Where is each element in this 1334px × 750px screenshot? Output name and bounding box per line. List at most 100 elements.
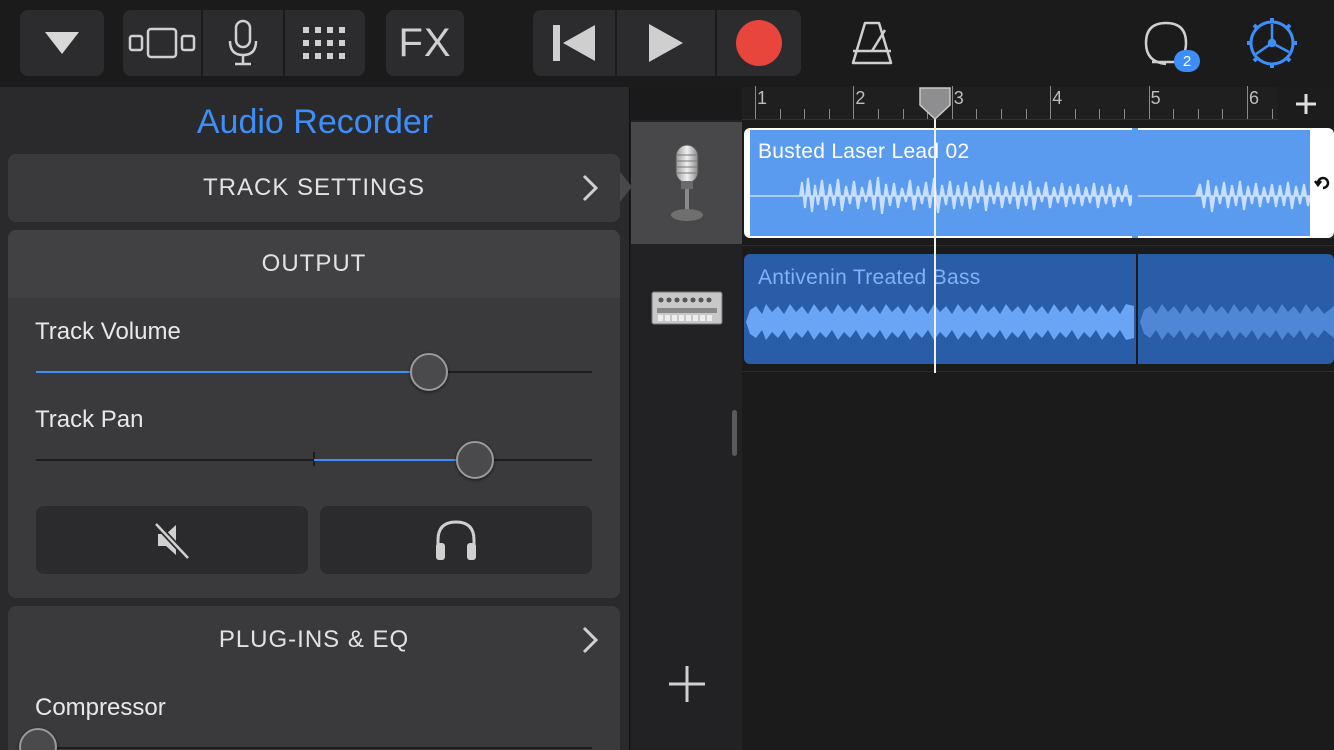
region-loop-seam bbox=[1136, 254, 1138, 364]
bar-ruler[interactable]: 1 2 3 4 5 6 bbox=[742, 86, 1334, 120]
track-scroll-indicator[interactable] bbox=[732, 410, 737, 456]
bar-number: 5 bbox=[1150, 88, 1161, 108]
play-button[interactable] bbox=[617, 10, 717, 76]
track-headers bbox=[631, 87, 742, 750]
output-header: OUTPUT bbox=[8, 230, 620, 298]
transport-controls bbox=[533, 10, 801, 76]
view-toggle-button[interactable] bbox=[123, 10, 203, 76]
plus-icon bbox=[668, 666, 705, 702]
triangle-down-icon bbox=[45, 32, 79, 54]
bar-number: 1 bbox=[757, 88, 768, 108]
headphones-icon bbox=[436, 520, 476, 560]
bar-number: 6 bbox=[1249, 88, 1260, 108]
plus-icon bbox=[1296, 93, 1316, 114]
lane-divider bbox=[742, 371, 1334, 372]
ruler-tick bbox=[1124, 109, 1125, 119]
ruler-tick bbox=[755, 86, 756, 119]
plugins-eq-button[interactable]: PLUG-INS & EQ bbox=[8, 606, 620, 674]
ruler-tick bbox=[1025, 109, 1027, 119]
ruler-tick bbox=[1222, 109, 1224, 119]
drum-machine-icon bbox=[651, 291, 722, 325]
speaker-mute-icon bbox=[153, 521, 191, 560]
ruler-tick bbox=[804, 109, 806, 119]
lane-divider bbox=[742, 245, 1334, 246]
audio-recorder-track-header[interactable] bbox=[631, 122, 742, 244]
chevron-right-icon bbox=[582, 626, 598, 654]
playhead-line[interactable] bbox=[934, 107, 936, 373]
ruler-tick bbox=[976, 109, 978, 119]
solo-button[interactable] bbox=[320, 506, 592, 574]
loop-browser-button[interactable]: 2 bbox=[1140, 18, 1204, 74]
instrument-mic-button[interactable] bbox=[203, 10, 285, 76]
control-bar: FX 2 bbox=[0, 0, 1334, 87]
timeline-area[interactable]: 1 2 3 4 5 6 Busted Laser Lead 02 Antivenin Tr… bbox=[742, 86, 1334, 750]
ruler-tick bbox=[853, 86, 855, 119]
skip-back-icon bbox=[553, 25, 595, 61]
ruler-tick bbox=[1247, 86, 1248, 119]
track-settings-label: TRACK SETTINGS bbox=[202, 174, 426, 201]
metronome-icon bbox=[851, 21, 893, 65]
microphone-icon bbox=[670, 144, 703, 221]
plugins-eq-section: PLUG-INS & EQ Compressor bbox=[8, 606, 620, 750]
settings-button[interactable] bbox=[1245, 16, 1299, 70]
tracks-view-icon bbox=[128, 27, 196, 59]
track-volume-knob[interactable] bbox=[409, 353, 448, 391]
ruler-tick bbox=[1074, 109, 1076, 119]
metronome-button[interactable] bbox=[849, 20, 895, 66]
grid-dots-icon bbox=[303, 27, 345, 59]
view-controls-group bbox=[123, 10, 365, 76]
playhead-handle[interactable] bbox=[919, 87, 951, 121]
ruler-tick bbox=[1001, 109, 1002, 119]
microphone-icon bbox=[228, 19, 258, 66]
record-icon bbox=[736, 20, 782, 66]
ruler-tick bbox=[1197, 109, 1199, 119]
region-name-bass: Antivenin Treated Bass bbox=[758, 266, 981, 289]
fx-label: FX bbox=[398, 20, 452, 65]
track-volume-label: Track Volume bbox=[35, 318, 181, 345]
region-antivenin-bass[interactable]: Antivenin Treated Bass bbox=[744, 254, 1334, 364]
track-menu-button[interactable] bbox=[20, 10, 104, 76]
mute-button[interactable] bbox=[36, 506, 308, 574]
ruler-tick bbox=[902, 109, 904, 119]
plugins-eq-label: PLUG-INS & EQ bbox=[218, 626, 410, 653]
play-icon bbox=[649, 24, 683, 62]
bar-number: 4 bbox=[1052, 88, 1063, 108]
bar-number: 3 bbox=[953, 88, 964, 108]
ruler-tick bbox=[1148, 86, 1150, 119]
add-section-button[interactable] bbox=[1278, 87, 1334, 120]
compressor-knob[interactable] bbox=[19, 728, 57, 750]
ruler-tick bbox=[828, 109, 830, 119]
bar-number: 2 bbox=[855, 88, 866, 108]
track-pan-label: Track Pan bbox=[35, 406, 144, 433]
region-loop-seam bbox=[1132, 128, 1138, 238]
panel-title: Audio Recorder bbox=[196, 103, 434, 141]
ruler-tick bbox=[1099, 109, 1101, 119]
fx-button[interactable]: FX bbox=[386, 10, 464, 76]
ruler-tick bbox=[951, 86, 953, 119]
loop-handle-icon[interactable] bbox=[1314, 174, 1332, 192]
output-section: OUTPUT Track Volume Track Pan bbox=[8, 230, 620, 598]
ruler-tick bbox=[1050, 86, 1052, 119]
bass-synth-track-header[interactable] bbox=[631, 246, 742, 370]
track-pan-fill bbox=[314, 459, 476, 461]
record-button[interactable] bbox=[717, 10, 801, 76]
add-track-button[interactable] bbox=[631, 649, 742, 719]
grid-button[interactable] bbox=[285, 10, 365, 76]
go-to-start-button[interactable] bbox=[533, 10, 617, 76]
region-busted-laser-lead[interactable]: Busted Laser Lead 02 bbox=[744, 128, 1334, 238]
track-volume-fill bbox=[36, 371, 429, 373]
track-settings-button[interactable]: TRACK SETTINGS bbox=[8, 154, 620, 222]
ruler-tick bbox=[1271, 109, 1273, 119]
region-name-lead: Busted Laser Lead 02 bbox=[758, 140, 970, 163]
ruler-tick bbox=[1173, 109, 1175, 119]
gear-wheel-icon bbox=[1247, 18, 1297, 68]
chevron-right-icon bbox=[582, 174, 598, 202]
ruler-tick bbox=[878, 109, 879, 119]
compressor-label: Compressor bbox=[35, 694, 166, 721]
track-controls-panel: Audio Recorder TRACK SETTINGS OUTPUT Tra… bbox=[0, 87, 632, 750]
track-header-spacer bbox=[631, 87, 742, 120]
loop-count-badge: 2 bbox=[1174, 50, 1200, 72]
compressor-slider[interactable] bbox=[36, 747, 592, 749]
ruler-tick bbox=[779, 109, 781, 119]
track-pan-knob[interactable] bbox=[456, 441, 495, 479]
